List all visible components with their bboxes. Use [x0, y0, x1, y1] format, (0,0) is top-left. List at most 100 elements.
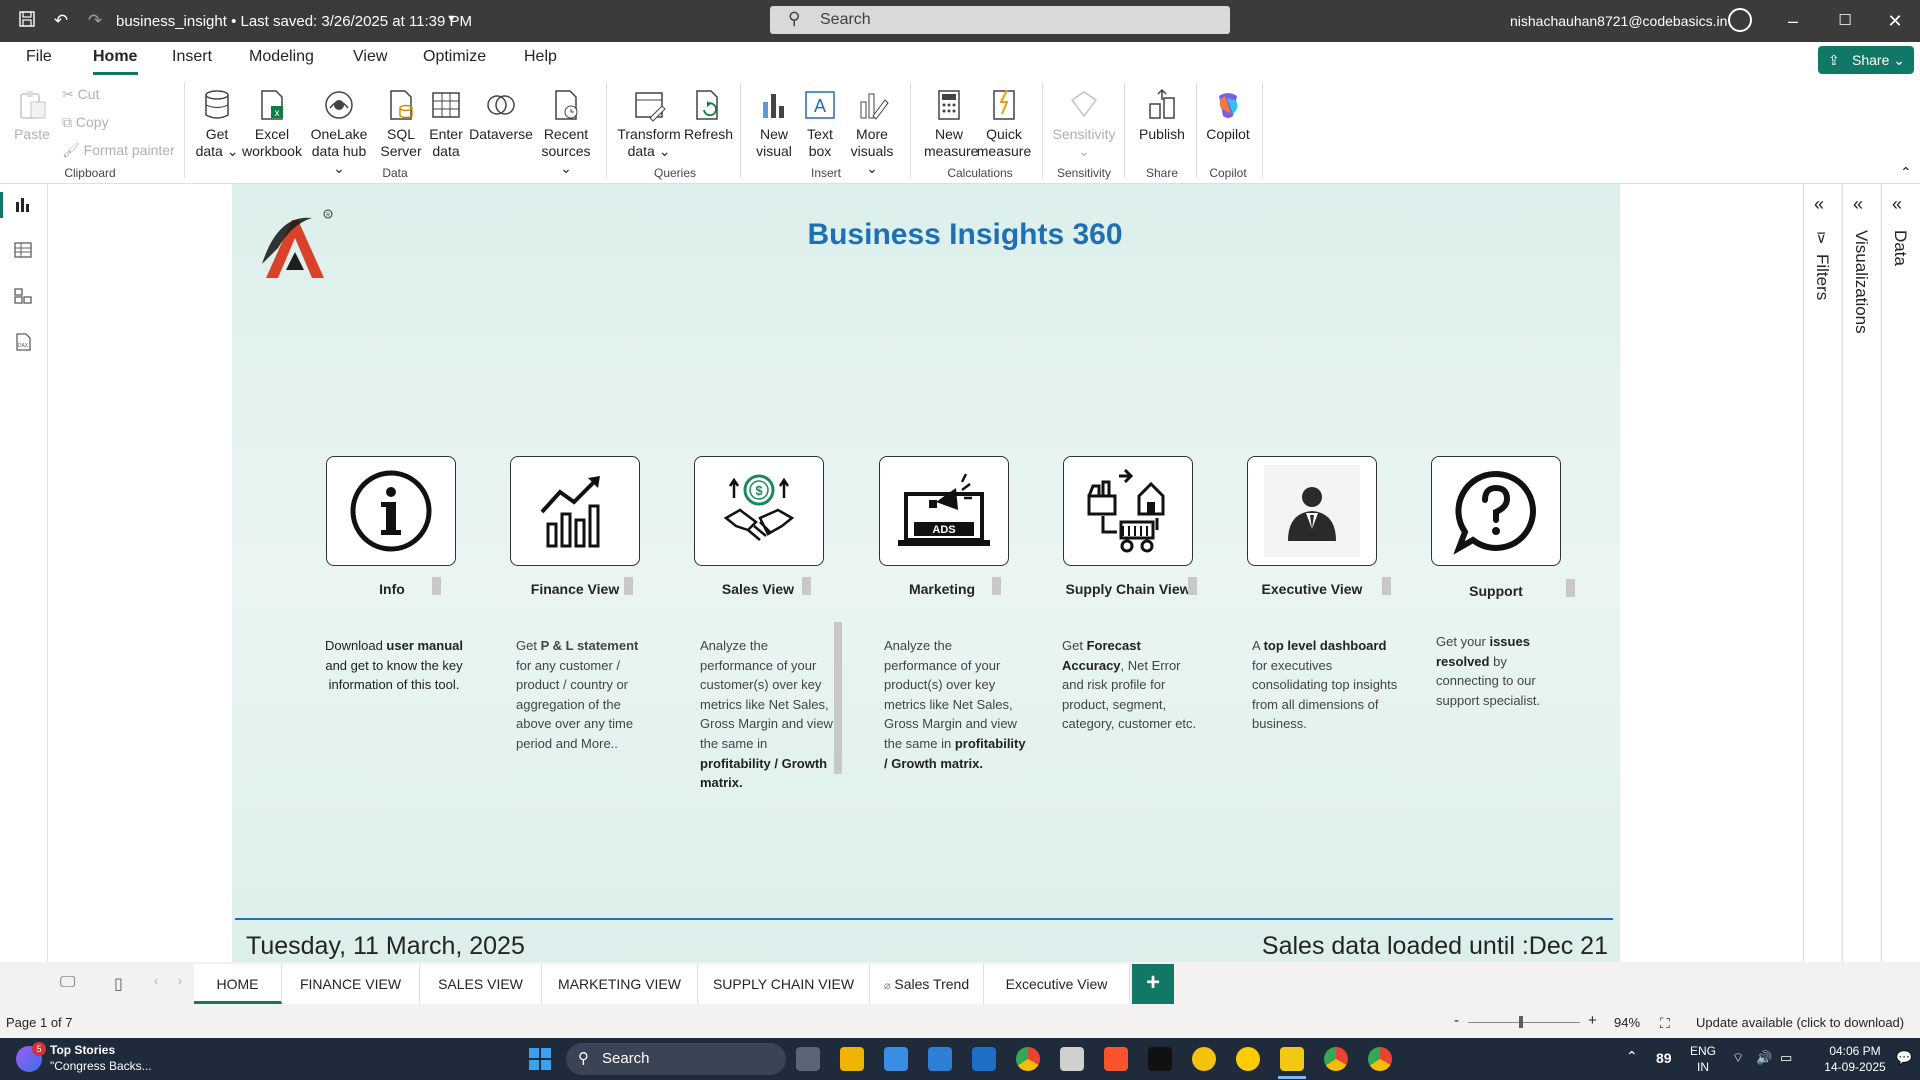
search-box[interactable]: ⚲ Search — [770, 6, 1230, 34]
sensitivity-button[interactable]: Sensitivity ⌄ — [1050, 88, 1118, 160]
copy-button[interactable]: ⧉ Copy — [62, 114, 109, 131]
notifications-icon[interactable]: 💬 — [1896, 1050, 1912, 1066]
share-button[interactable]: ⇪ Share ⌄ — [1818, 46, 1914, 74]
zoom-slider-handle[interactable] — [1519, 1016, 1523, 1028]
sales-view-card[interactable]: $ — [694, 456, 824, 566]
format-painter-button[interactable]: 🖌 Format painter — [62, 142, 175, 159]
expand-filters-icon[interactable]: « — [1814, 194, 1824, 215]
store-icon[interactable] — [884, 1047, 908, 1071]
volume-icon[interactable]: 🔊 — [1756, 1050, 1772, 1066]
finance-view-card[interactable] — [510, 456, 640, 566]
language-indicator[interactable]: ENG IN — [1690, 1043, 1716, 1075]
zoom-in-button[interactable]: + — [1588, 1012, 1597, 1029]
avatar[interactable] — [1728, 8, 1752, 32]
previous-page-icon[interactable]: ‹ — [154, 974, 158, 988]
menu-modeling[interactable]: Modeling — [249, 48, 314, 66]
data-pane[interactable]: « Data — [1881, 184, 1920, 962]
clock[interactable]: 04:06 PM 14-09-2025 — [1820, 1043, 1890, 1075]
tab-home[interactable]: HOME — [194, 964, 282, 1004]
cut-button[interactable]: ✂ Cut — [62, 86, 99, 103]
transform-data-button[interactable]: Transform data ⌄ — [616, 88, 682, 160]
news-widget[interactable]: Top Stories "Congress Backs... — [50, 1042, 152, 1074]
title-dropdown-icon[interactable]: ▼ — [446, 13, 457, 25]
mobile-layout-icon[interactable]: ▯ — [114, 974, 123, 994]
expand-data-icon[interactable]: « — [1892, 194, 1902, 215]
report-view-icon[interactable] — [12, 194, 34, 216]
tab-executive-view[interactable]: Excecutive View — [984, 964, 1130, 1004]
table-view-icon[interactable] — [12, 240, 34, 262]
taskbar-search[interactable]: ⚲ Search — [566, 1043, 786, 1075]
windows-start-icon[interactable] — [528, 1047, 552, 1074]
refresh-button[interactable]: Refresh — [684, 88, 733, 143]
fit-to-page-icon[interactable]: ⛶ — [1660, 1015, 1670, 1032]
user-account[interactable]: nishachauhan8721@codebasics.in — [1510, 13, 1727, 29]
minimize-icon[interactable]: – — [1778, 8, 1808, 34]
sql-server-button[interactable]: SQL Server — [380, 88, 422, 160]
power-bi-icon[interactable] — [1280, 1047, 1304, 1071]
paste-button[interactable]: Paste — [12, 88, 52, 143]
menu-optimize[interactable]: Optimize — [423, 48, 486, 66]
menu-insert[interactable]: Insert — [172, 48, 212, 66]
dax-query-view-icon[interactable]: DAX — [12, 332, 34, 354]
collapse-ribbon-icon[interactable]: ⌃ — [1900, 164, 1912, 181]
menu-view[interactable]: View — [353, 48, 387, 66]
chrome-profile-icon[interactable] — [1324, 1047, 1348, 1071]
pen-app-icon[interactable] — [1236, 1047, 1260, 1071]
wifi-icon[interactable]: ⌔ — [1732, 1050, 1744, 1066]
tab-supply-chain-view[interactable]: SUPPLY CHAIN VIEW — [698, 964, 870, 1004]
brave-icon[interactable] — [1104, 1047, 1128, 1071]
close-icon[interactable]: ✕ — [1880, 8, 1910, 34]
model-view-icon[interactable] — [12, 286, 34, 308]
file-explorer-icon[interactable] — [840, 1047, 864, 1071]
menu-home[interactable]: Home — [93, 48, 137, 66]
app-icon[interactable] — [928, 1047, 952, 1071]
publish-button[interactable]: Publish — [1134, 88, 1190, 143]
onelake-button[interactable]: OneLake data hub ⌄ — [306, 88, 372, 177]
photos-icon[interactable] — [972, 1047, 996, 1071]
new-visual-button[interactable]: New visual — [752, 88, 796, 160]
filters-pane[interactable]: « ⊽ Filters — [1803, 184, 1841, 962]
more-visuals-button[interactable]: More visuals ⌄ — [846, 88, 898, 177]
excel-workbook-button[interactable]: x Excel workbook — [240, 88, 304, 160]
support-card[interactable] — [1431, 456, 1561, 566]
update-available-link[interactable]: Update available (click to download) — [1696, 1015, 1904, 1030]
snipping-tool-icon[interactable] — [1060, 1047, 1084, 1071]
marketing-card[interactable]: ADS — [879, 456, 1009, 566]
task-view-icon[interactable] — [796, 1047, 820, 1071]
new-measure-button[interactable]: New measure — [924, 88, 978, 160]
show-hidden-icons[interactable]: ⌃ — [1626, 1048, 1638, 1064]
executive-view-card[interactable] — [1247, 456, 1377, 566]
supply-chain-view-card[interactable] — [1063, 456, 1193, 566]
menu-help[interactable]: Help — [524, 48, 557, 66]
temperature[interactable]: 89 — [1656, 1050, 1672, 1066]
info-card[interactable] — [326, 456, 456, 566]
redo-icon[interactable]: ↷ — [84, 10, 106, 32]
zoom-slider[interactable] — [1468, 1022, 1580, 1023]
sales-description-scrollbar[interactable] — [834, 622, 842, 774]
next-page-icon[interactable]: › — [178, 974, 182, 988]
zoom-out-button[interactable]: - — [1454, 1012, 1459, 1029]
add-page-button[interactable]: + — [1132, 964, 1174, 1004]
battery-icon[interactable]: ▭ — [1780, 1050, 1792, 1066]
text-box-button[interactable]: A Text box — [800, 88, 840, 160]
tab-marketing-view[interactable]: MARKETING VIEW — [542, 964, 698, 1004]
quick-measure-button[interactable]: Quick measure — [976, 88, 1032, 160]
file-title[interactable]: business_insight • Last saved: 3/26/2025… — [116, 13, 472, 30]
chrome-profile-2-icon[interactable] — [1368, 1047, 1392, 1071]
save-icon[interactable] — [16, 10, 38, 32]
expand-visualizations-icon[interactable]: « — [1853, 194, 1863, 215]
dataverse-button[interactable]: Dataverse — [468, 88, 534, 143]
menu-file[interactable]: File — [26, 48, 52, 66]
weather-icon[interactable] — [1192, 1047, 1216, 1071]
get-data-button[interactable]: Get data ⌄ — [194, 88, 240, 160]
enter-data-button[interactable]: Enter data — [426, 88, 466, 160]
chrome-icon[interactable] — [1016, 1047, 1040, 1071]
tab-finance-view[interactable]: FINANCE VIEW — [282, 964, 420, 1004]
tab-sales-view[interactable]: SALES VIEW — [420, 964, 542, 1004]
maximize-icon[interactable]: ☐ — [1830, 8, 1860, 34]
copilot-button[interactable]: Copilot — [1202, 88, 1254, 143]
undo-icon[interactable]: ↶ — [50, 10, 72, 32]
visualizations-pane[interactable]: « Visualizations — [1842, 184, 1880, 962]
tab-sales-trend[interactable]: ⌀ Sales Trend — [870, 964, 984, 1004]
recent-sources-button[interactable]: Recent sources ⌄ — [536, 88, 596, 177]
